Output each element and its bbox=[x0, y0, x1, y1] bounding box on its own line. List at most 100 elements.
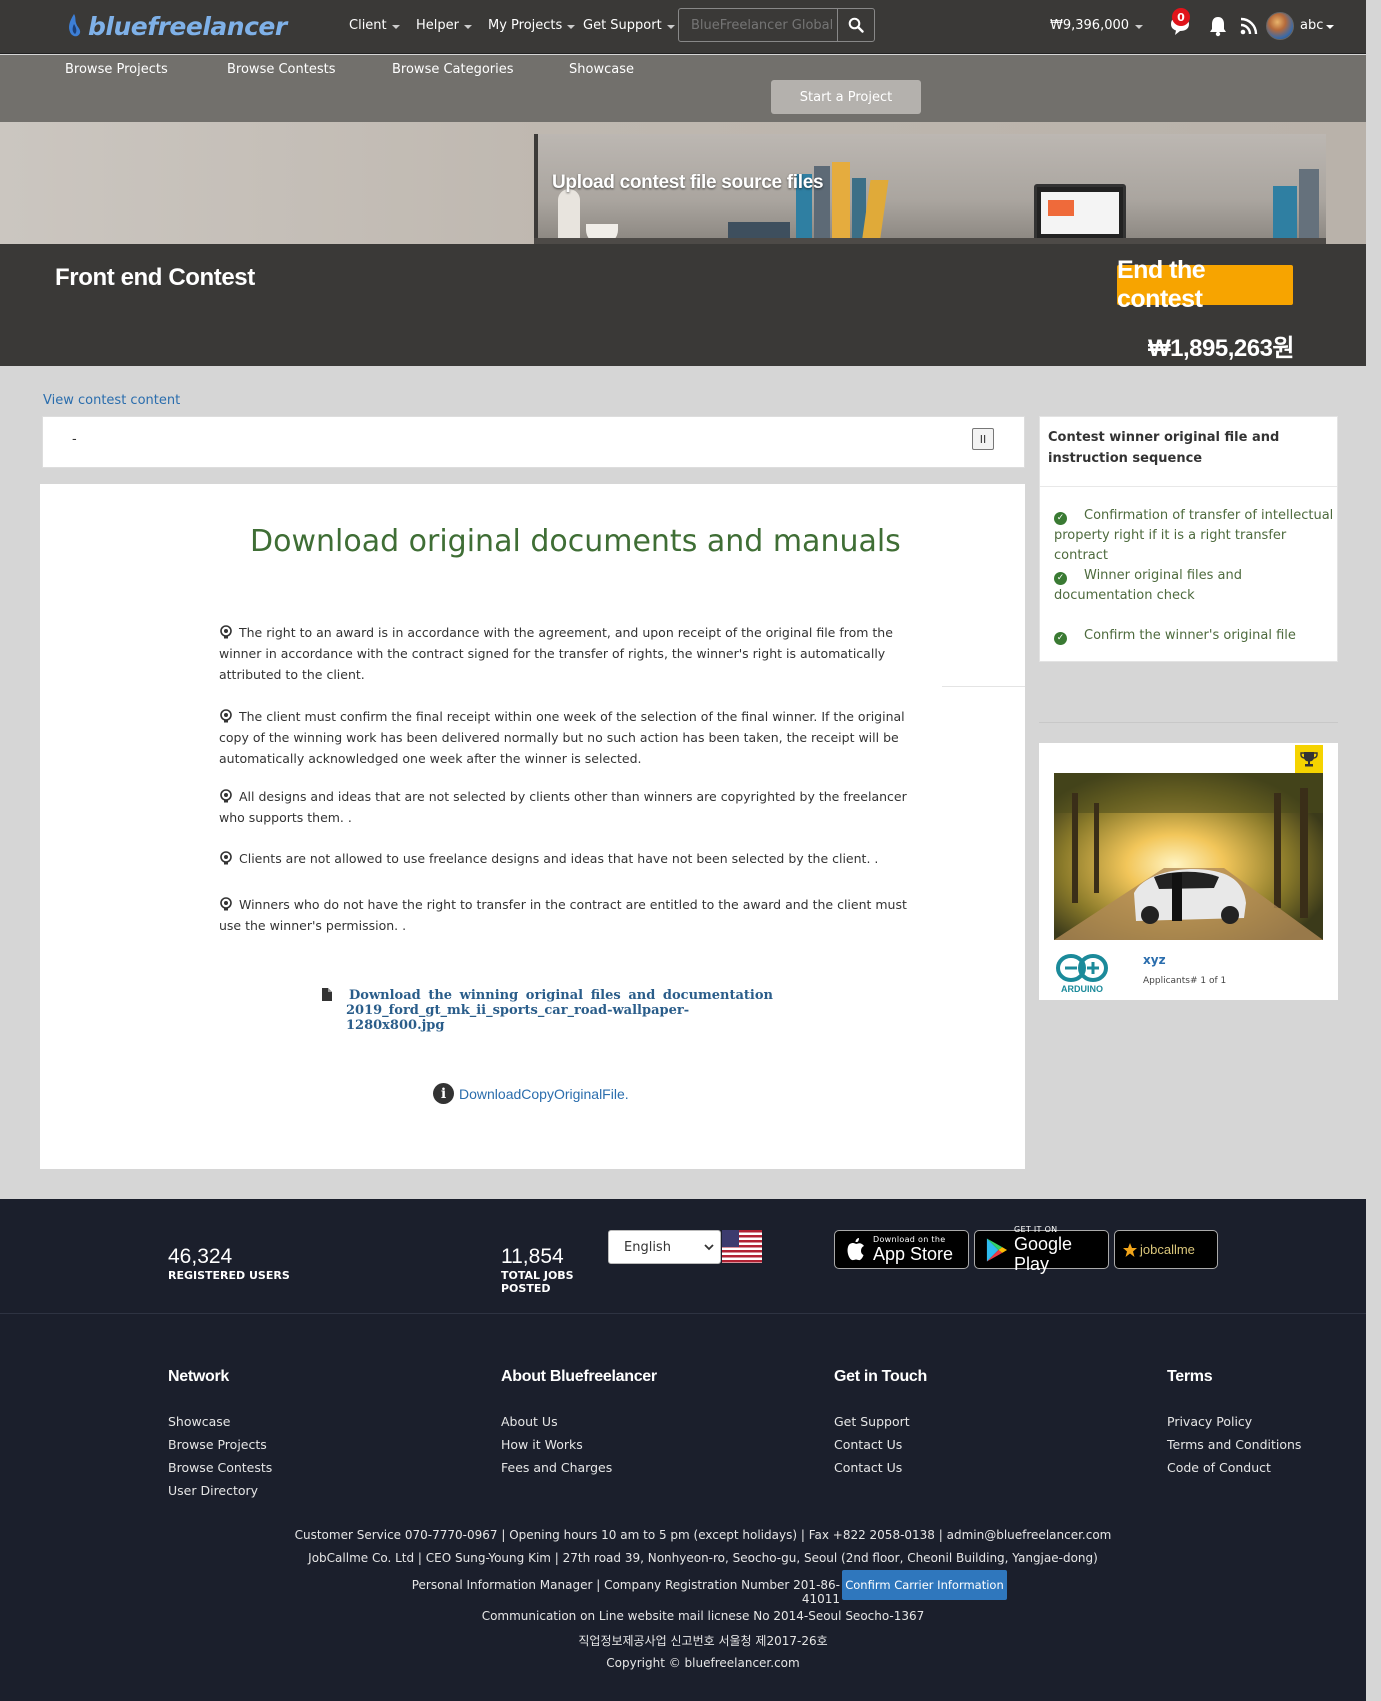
rule-text: The right to an award is in accordance w… bbox=[219, 625, 893, 682]
footer-link-contact-us[interactable]: Contact Us bbox=[834, 1437, 902, 1452]
sidebar-title: Contest winner original file and instruc… bbox=[1048, 430, 1280, 466]
nav-client-dropdown[interactable]: Client bbox=[349, 18, 400, 33]
lightbulb-icon bbox=[220, 709, 232, 723]
check-circle-icon: ✓ bbox=[1054, 632, 1067, 645]
end-contest-button[interactable]: End the contest bbox=[1117, 256, 1293, 313]
apple-icon bbox=[847, 1237, 864, 1260]
search-input[interactable] bbox=[679, 9, 837, 41]
balance-amount: ₩9,396,000 bbox=[1050, 18, 1130, 33]
nav-helper-dropdown[interactable]: Helper bbox=[416, 18, 472, 33]
stat-total-jobs: 11,854 TOTAL JOBS POSTED bbox=[501, 1245, 581, 1295]
winner-name[interactable]: xyz bbox=[1143, 953, 1166, 967]
winner-applicants: Applicants# 1 of 1 bbox=[1143, 976, 1227, 986]
nav-helper-label: Helper bbox=[416, 18, 459, 33]
language-select[interactable]: English bbox=[608, 1230, 721, 1264]
footer-heading-about: About Bluefreelancer bbox=[501, 1368, 657, 1385]
divider bbox=[942, 686, 1025, 687]
footer-link-fees[interactable]: Fees and Charges bbox=[501, 1460, 612, 1475]
subnav-browse-categories[interactable]: Browse Categories bbox=[392, 62, 514, 77]
rule-paragraph: The right to an award is in accordance w… bbox=[219, 622, 929, 685]
logo-flame-icon bbox=[69, 14, 81, 37]
arduino-logo-text: ARDUINO bbox=[1061, 984, 1103, 994]
sequence-step: ✓ Confirmation of transfer of intellectua… bbox=[1054, 508, 1334, 563]
info-icon: i bbox=[433, 1083, 454, 1104]
footer-link-browse-projects[interactable]: Browse Projects bbox=[168, 1437, 267, 1452]
confirm-carrier-button[interactable]: Confirm Carrier Information bbox=[842, 1570, 1007, 1600]
footer-link-user-directory[interactable]: User Directory bbox=[168, 1483, 258, 1498]
logo[interactable]: bluefreelancer bbox=[66, 8, 287, 44]
footer-copyright: Copyright © bluefreelancer.com bbox=[606, 1656, 800, 1670]
user-menu[interactable]: abc bbox=[1300, 18, 1335, 33]
nav-my-projects-dropdown[interactable]: My Projects bbox=[488, 18, 576, 33]
contest-title: Front end Contest bbox=[55, 264, 255, 291]
download-filename: 2019_ford_gt_mk_ii_sports_car_road-wallp… bbox=[346, 1003, 690, 1033]
footer-link-about-us[interactable]: About Us bbox=[501, 1414, 558, 1429]
footer-link-contact-us-2[interactable]: Contact Us bbox=[834, 1460, 902, 1475]
footer-link-terms-conditions[interactable]: Terms and Conditions bbox=[1167, 1437, 1301, 1452]
pause-button[interactable]: II bbox=[972, 428, 994, 450]
logo-wordmark: bluefreelancer bbox=[88, 11, 287, 41]
footer-link-showcase[interactable]: Showcase bbox=[168, 1414, 230, 1429]
language-value: English bbox=[624, 1239, 671, 1255]
rule-text: Winners who do not have the right to tra… bbox=[219, 897, 907, 933]
footer-link-browse-contests[interactable]: Browse Contests bbox=[168, 1460, 272, 1475]
divider bbox=[1039, 722, 1338, 723]
page-title: Download original documents and manuals bbox=[250, 524, 901, 559]
rule-paragraph: Clients are not allowed to use freelance… bbox=[219, 848, 929, 869]
nav-my-projects-label: My Projects bbox=[488, 18, 563, 33]
us-flag-icon bbox=[722, 1230, 762, 1263]
stat-number: 46,324 bbox=[168, 1245, 233, 1268]
footer-company-info: JobCallme Co. Ltd | CEO Sung-Young Kim |… bbox=[308, 1551, 1098, 1565]
contest-content-panel bbox=[42, 416, 1025, 468]
footer-heading-network: Network bbox=[168, 1368, 230, 1385]
download-link-text: Download the winning original files and … bbox=[349, 988, 773, 1003]
rule-text: All designs and ideas that are not selec… bbox=[219, 789, 907, 825]
footer-heading-terms: Terms bbox=[1167, 1368, 1213, 1385]
chevron-down-icon bbox=[1135, 24, 1144, 29]
footer-link-get-support[interactable]: Get Support bbox=[834, 1414, 910, 1429]
chevron-down-icon bbox=[463, 24, 472, 29]
stat-label: TOTAL JOBS POSTED bbox=[501, 1269, 574, 1295]
avatar[interactable] bbox=[1266, 12, 1294, 40]
banner-title: Upload contest file source files bbox=[552, 172, 824, 193]
divider bbox=[1040, 486, 1337, 487]
bell-icon[interactable] bbox=[1208, 15, 1228, 37]
download-winning-files-link[interactable]: Download the winning original files and … bbox=[319, 988, 773, 1033]
copy-link-label: DownloadCopyOriginalFile. bbox=[459, 1085, 629, 1102]
arduino-logo: ARDUINO bbox=[1056, 954, 1108, 994]
rule-text: Clients are not allowed to use freelance… bbox=[239, 851, 879, 866]
footer-link-code-of-conduct[interactable]: Code of Conduct bbox=[1167, 1460, 1271, 1475]
balance-dropdown[interactable]: ₩9,396,000 bbox=[1050, 18, 1144, 33]
chevron-down-icon bbox=[704, 1244, 714, 1251]
rule-paragraph: All designs and ideas that are not selec… bbox=[219, 786, 929, 828]
sequence-step: ✓ Confirm the winner's original file bbox=[1054, 626, 1334, 646]
footer-link-privacy-policy[interactable]: Privacy Policy bbox=[1167, 1414, 1252, 1429]
view-contest-content-link[interactable]: View contest content bbox=[43, 393, 180, 408]
winner-photo[interactable] bbox=[1054, 773, 1323, 940]
sequence-step: ✓ Winner original files and documentation… bbox=[1054, 568, 1243, 603]
subnav-browse-projects[interactable]: Browse Projects bbox=[65, 62, 168, 77]
nav-get-support-dropdown[interactable]: Get Support bbox=[583, 18, 675, 33]
google-play-button[interactable]: GET IT ON Google Play bbox=[974, 1225, 1109, 1274]
stat-label: REGISTERED USERS bbox=[168, 1269, 290, 1282]
search-box bbox=[678, 8, 875, 42]
subnav-browse-contests[interactable]: Browse Contests bbox=[227, 62, 335, 77]
star-icon bbox=[1123, 1242, 1137, 1257]
trophy-icon bbox=[1295, 745, 1323, 773]
chevron-down-icon bbox=[666, 24, 675, 29]
lightbulb-icon bbox=[220, 789, 232, 803]
lightbulb-icon bbox=[220, 897, 232, 911]
rule-paragraph: Winners who do not have the right to tra… bbox=[219, 894, 929, 936]
app-store-button[interactable]: Download on the App Store bbox=[834, 1230, 969, 1269]
footer-link-how-it-works[interactable]: How it Works bbox=[501, 1437, 583, 1452]
google-play-icon bbox=[986, 1238, 1008, 1261]
footer-customer-service: Customer Service 070-7770-0967 | Opening… bbox=[294, 1528, 1112, 1542]
jobcallme-button[interactable]: jobcallme bbox=[1114, 1230, 1218, 1269]
lightbulb-icon bbox=[220, 851, 232, 865]
rss-icon[interactable] bbox=[1240, 17, 1258, 35]
subnav-showcase[interactable]: Showcase bbox=[569, 62, 634, 77]
start-project-button[interactable]: Start a Project bbox=[771, 80, 921, 114]
download-copy-original-link[interactable]: i DownloadCopyOriginalFile. bbox=[433, 1083, 629, 1104]
footer-korean-license: 직업정보제공사업 신고번호 서울청 제2017-26호 bbox=[578, 1634, 828, 1648]
search-button[interactable] bbox=[837, 9, 874, 41]
